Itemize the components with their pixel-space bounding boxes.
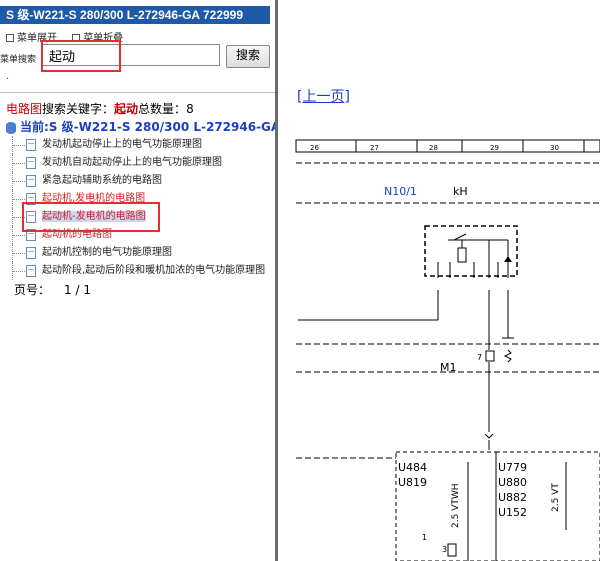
circuit-diagram-link[interactable]: 电路图 [6,102,42,116]
ruler-number: 26 [310,144,319,152]
ruler-number: 29 [490,144,499,152]
component-m1-label: M1 [440,361,457,374]
search-button[interactable]: 搜索 [226,45,270,68]
connector-pin [485,350,495,362]
document-icon [26,211,36,223]
vehicle-title: S 级-W221-S 280/300 L-272946-GA 722999 [0,6,270,24]
code-label: U484 [398,461,427,474]
pin-label: 7 [477,353,482,362]
page-number: 1 / 1 [64,283,91,297]
connector-pin [447,543,457,557]
result-tree: 发动机起动停止上的电气功能原理图 发动机自动起动停止上的电气功能原理图 紧急起动… [12,136,275,280]
menu-expand-button[interactable]: 菜单展开 [6,33,63,44]
diagram-viewer: [上一页] 26 27 28 29 30 N10/1 kH M1 7 U484 … [278,0,600,561]
relay-coil [457,247,467,263]
result-item[interactable]: 起动机,发电机的电路图 [12,190,275,208]
result-item[interactable]: 起动机的电路图 [12,226,275,244]
wire-spec-label: 2.5 VT [551,483,561,512]
relay-module [424,225,518,277]
result-item[interactable]: 起动机控制的电气功能原理图 [12,244,275,262]
navigation-panel: S 级-W221-S 280/300 L-272946-GA 722999 菜单… [0,0,275,561]
pin-label: 1 [422,533,427,542]
tree-connector [12,190,25,208]
ruler-number: 30 [550,144,559,152]
menu-toggle-row: 菜单展开 菜单折叠 [6,29,135,44]
tree-connector [12,244,25,262]
result-item-selected[interactable]: 起动机-发电机的电路图 [12,208,275,226]
tree-connector [12,226,25,244]
component-kh-label: kH [453,185,468,198]
document-icon [26,265,36,277]
code-label: U152 [498,506,527,519]
result-item[interactable]: 发动机自动起动停止上的电气功能原理图 [12,154,275,172]
resistor-symbol [503,349,512,363]
result-item[interactable]: 紧急起动辅助系统的电路图 [12,172,275,190]
code-label: U819 [398,476,427,489]
pager: 页号： 1 / 1 [14,281,91,298]
document-icon [26,229,36,241]
divider [0,92,275,93]
ruler-number: 28 [429,144,438,152]
ruler-number: 27 [370,144,379,152]
result-item[interactable]: 发动机起动停止上的电气功能原理图 [12,136,275,154]
result-item[interactable]: 起动阶段,起动后阶段和暖机加浓的电气功能原理图 [12,262,275,280]
search-keyword: 起动 [114,102,139,116]
checkbox-icon [6,34,14,42]
tree-connector [12,172,25,190]
tree-connector [12,154,25,172]
component-n10-label: N10/1 [384,185,417,198]
document-icon [26,175,36,187]
document-icon [26,193,36,205]
circuit-diagram: 26 27 28 29 30 N10/1 kH M1 7 U484 U819 U… [295,139,600,561]
search-input[interactable] [42,44,220,66]
separator-dot: · [6,74,10,85]
menu-collapse-button[interactable]: 菜单折叠 [72,33,129,44]
tree-connector [12,136,25,154]
search-summary: 电路图搜索关键字：起动总数量：8 [6,102,194,116]
tree-connector [12,208,25,226]
switch-contact [453,233,467,241]
current-node[interactable]: 当前:S 级-W221-S 280/300 L-272946-GA [6,118,275,135]
document-icon [26,157,36,169]
result-count: 8 [186,102,194,116]
tree-connector [12,262,25,280]
page-label: 页号： [14,283,51,297]
checkbox-icon [72,34,81,42]
code-label: U880 [498,476,527,489]
code-label: U779 [498,461,527,474]
wire-break-symbol [484,433,494,439]
wire-spec-label: 2.5 VTWH [451,484,461,529]
document-icon [26,139,36,151]
pin-label: 3 [442,545,447,554]
code-label: U882 [498,491,527,504]
document-icon [26,247,36,259]
search-label: 菜单搜索 [0,55,37,65]
database-icon [6,121,16,134]
